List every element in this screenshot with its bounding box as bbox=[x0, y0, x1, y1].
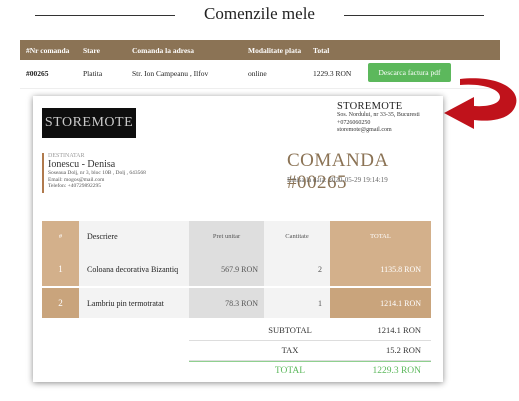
orders-table-header: #Nr comanda Stare Comanda la adresa Moda… bbox=[20, 40, 500, 60]
table-row: #00265 Platita Str. Ion Campeanu , Ilfov… bbox=[20, 60, 500, 89]
item-unit-price: 78.3 RON bbox=[189, 288, 264, 318]
items-col-total: TOTAL bbox=[330, 221, 431, 252]
subtotal-label: SUBTOTAL bbox=[268, 325, 312, 335]
subtotal-value: 1214.1 RON bbox=[377, 325, 421, 335]
page-title-row: Comenzile mele bbox=[0, 0, 519, 32]
item-total: 1135.8 RON bbox=[330, 252, 431, 286]
total-value: 1229.3 RON bbox=[372, 366, 421, 376]
items-col-description: Descriere bbox=[79, 221, 189, 252]
store-address: Sos. Nordului, nr 33-35, Bucuresti bbox=[337, 112, 420, 118]
item-description: Lambriu pin termotratat bbox=[79, 288, 189, 318]
tax-label: TAX bbox=[281, 345, 299, 355]
col-header-address: Comanda la adresa bbox=[132, 46, 194, 55]
col-header-status: Stare bbox=[83, 46, 100, 55]
order-address: Str. Ion Campeanu , Ilfov bbox=[132, 69, 209, 78]
store-logo: STOREMOTE bbox=[42, 108, 136, 138]
items-col-quantity: Cantitate bbox=[264, 221, 330, 252]
recipient-name: Ionescu - Denisa bbox=[48, 159, 116, 170]
total-label: TOTAL bbox=[274, 366, 306, 376]
invoice-preview: STOREMOTE STOREMOTE Sos. Nordului, nr 33… bbox=[33, 96, 443, 382]
invoice-items-table: # Descriere Pret unitar Cantitate TOTAL … bbox=[42, 221, 431, 318]
store-info: STOREMOTE Sos. Nordului, nr 33-35, Bucur… bbox=[337, 101, 441, 135]
recipient-address: Soseaua Dolj, nr 3, bloc 10B , Dolj , 64… bbox=[48, 170, 146, 176]
page-title: Comenzile mele bbox=[196, 4, 323, 23]
recipient-block: DESTINATAR Ionescu - Denisa Soseaua Dolj… bbox=[42, 153, 146, 193]
order-total: 1229.3 RON bbox=[313, 69, 352, 78]
item-total: 1214.1 RON bbox=[330, 288, 431, 318]
table-row: 1 Coloana decorativa Bizantiq 567.9 RON … bbox=[42, 252, 431, 286]
items-col-number: # bbox=[42, 221, 79, 252]
orders-table: #Nr comanda Stare Comanda la adresa Moda… bbox=[20, 40, 500, 89]
item-number: 2 bbox=[42, 288, 79, 318]
store-email: storemote@gmail.com bbox=[337, 127, 392, 133]
store-name: STOREMOTE bbox=[337, 101, 403, 112]
item-quantity: 1 bbox=[264, 288, 330, 318]
invoice-totals: SUBTOTAL 1214.1 RON TAX 15.2 RON TOTAL 1… bbox=[189, 321, 431, 381]
store-phone: +0726060250 bbox=[337, 119, 371, 126]
total-row: TOTAL 1229.3 RON bbox=[189, 361, 431, 381]
item-number: 1 bbox=[42, 252, 79, 286]
subtotal-row: SUBTOTAL 1214.1 RON bbox=[189, 321, 431, 341]
order-status: Platita bbox=[83, 69, 103, 78]
items-col-unit-price: Pret unitar bbox=[189, 221, 264, 252]
items-header-row: # Descriere Pret unitar Cantitate TOTAL bbox=[42, 221, 431, 252]
tax-row: TAX 15.2 RON bbox=[189, 341, 431, 361]
item-description: Coloana decorativa Bizantiq bbox=[79, 252, 189, 286]
invoice-date: Emisa la data: 2020-05-29 19:14:19 bbox=[287, 176, 388, 184]
order-number: #00265 bbox=[26, 69, 49, 78]
col-header-payment: Modalitate plata bbox=[248, 46, 302, 55]
recipient-phone: Telefon: +40729892295 bbox=[48, 183, 101, 189]
item-quantity: 2 bbox=[264, 252, 330, 286]
table-row: 2 Lambriu pin termotratat 78.3 RON 1 121… bbox=[42, 288, 431, 318]
col-header-order-number: #Nr comanda bbox=[26, 46, 70, 55]
col-header-total: Total bbox=[313, 46, 330, 55]
order-payment: online bbox=[248, 69, 267, 78]
item-unit-price: 567.9 RON bbox=[189, 252, 264, 286]
invoice-title: COMANDA #00265 bbox=[287, 150, 388, 193]
curved-arrow-icon bbox=[444, 78, 517, 129]
tax-value: 15.2 RON bbox=[386, 345, 421, 355]
